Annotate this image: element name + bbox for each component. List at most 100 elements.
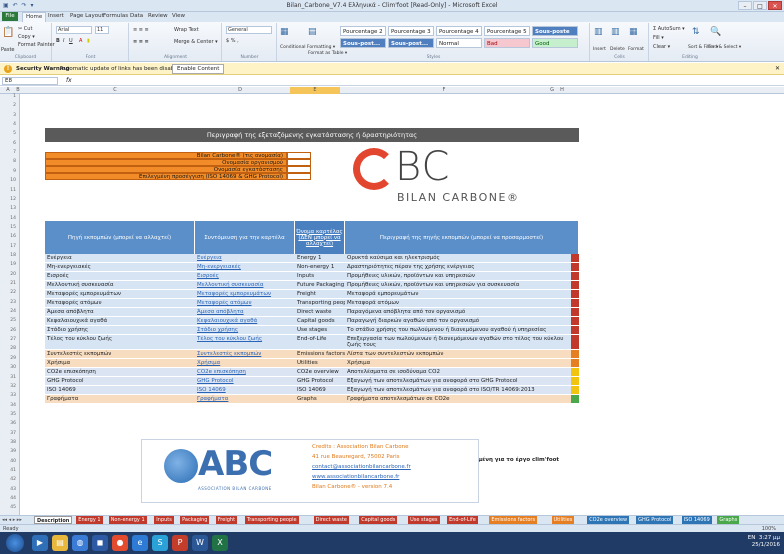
- row-header[interactable]: 32: [0, 384, 20, 389]
- format-cells-button[interactable]: Format: [628, 47, 644, 52]
- font-color-icon[interactable]: A: [79, 38, 82, 44]
- sheet-tab[interactable]: Transporting people: [244, 516, 299, 524]
- style-pourcentage4[interactable]: Pourcentage 4: [436, 26, 482, 36]
- font-size-select[interactable]: 11: [95, 26, 109, 34]
- fill-button[interactable]: Fill ▾: [653, 35, 664, 41]
- row-header[interactable]: 1: [0, 94, 20, 99]
- ie-icon[interactable]: e: [132, 535, 148, 551]
- row-header[interactable]: 24: [0, 309, 20, 314]
- chrome-icon[interactable]: ●: [112, 535, 128, 551]
- sheet-tab[interactable]: Energy 1: [76, 516, 103, 524]
- delete-cells-icon[interactable]: ▥: [611, 27, 620, 37]
- shortcut-link[interactable]: CO2e επισκόπηση: [195, 368, 295, 376]
- shortcut-link[interactable]: Κεφαλαιουχικά αγαθά: [195, 317, 295, 325]
- tab-insert[interactable]: Insert: [48, 13, 64, 19]
- row-header[interactable]: 28: [0, 346, 20, 351]
- copy-button[interactable]: Copy ▾: [18, 34, 35, 40]
- row-header[interactable]: 38: [0, 440, 20, 445]
- format-cells-icon[interactable]: ▦: [629, 27, 638, 37]
- row-header[interactable]: 37: [0, 431, 20, 436]
- close-button[interactable]: ✕: [768, 1, 782, 10]
- info-value-facility[interactable]: [287, 166, 311, 173]
- shortcut-link[interactable]: Τέλος του κύκλου ζωής: [195, 335, 295, 343]
- row-header[interactable]: 14: [0, 216, 20, 221]
- row-header[interactable]: 11: [0, 188, 20, 193]
- system-clock[interactable]: EN 3:27 μμ 25/1/2016: [748, 535, 780, 549]
- minimize-button[interactable]: –: [738, 1, 752, 10]
- row-header[interactable]: 30: [0, 365, 20, 370]
- find-select-icon[interactable]: 🔍: [710, 27, 721, 37]
- shortcut-link[interactable]: Στάδιο χρήσης: [195, 326, 295, 334]
- fill-color-icon[interactable]: ▮: [87, 38, 90, 44]
- shortcut-link[interactable]: Μελλοντική συσκευασία: [195, 281, 295, 289]
- shortcut-link[interactable]: GHG Protocol: [195, 377, 295, 385]
- sheet-tab[interactable]: Description: [34, 516, 73, 524]
- format-painter-button[interactable]: Format Painter: [18, 42, 55, 48]
- row-header[interactable]: 17: [0, 244, 20, 249]
- shortcut-link[interactable]: Γραφήματα: [195, 395, 295, 403]
- sheet-tab[interactable]: Direct waste: [313, 516, 349, 524]
- row-header[interactable]: 8: [0, 159, 20, 164]
- column-header-a[interactable]: A: [4, 87, 12, 93]
- merge-center-button[interactable]: Merge & Center ▾: [174, 39, 218, 45]
- row-header[interactable]: 21: [0, 281, 20, 286]
- row-header[interactable]: 18: [0, 253, 20, 258]
- row-header[interactable]: 34: [0, 403, 20, 408]
- row-header[interactable]: 40: [0, 459, 20, 464]
- find-select-button[interactable]: Find & Select ▾: [708, 45, 741, 50]
- tab-data[interactable]: Data: [130, 13, 143, 19]
- format-table-icon[interactable]: ▤: [308, 27, 317, 37]
- shortcut-link[interactable]: Μεταφορές εμπορευμάτων: [195, 290, 295, 298]
- cut-button[interactable]: ✂ Cut: [18, 26, 32, 32]
- sheet-tab[interactable]: Inputs: [154, 516, 174, 524]
- paste-icon[interactable]: 📋: [2, 27, 14, 38]
- row-header[interactable]: 7: [0, 150, 20, 155]
- conditional-formatting-button[interactable]: Conditional Formatting ▾: [280, 45, 335, 50]
- number-format-select[interactable]: General: [226, 26, 272, 34]
- style-normal[interactable]: Normal: [436, 38, 482, 48]
- shortcut-link[interactable]: Μη-ενεργειακές: [195, 263, 295, 271]
- row-header[interactable]: 33: [0, 393, 20, 398]
- row-header[interactable]: 45: [0, 505, 20, 510]
- info-value-bilan[interactable]: [287, 152, 311, 159]
- align-top-icon[interactable]: ≡ ≡ ≡: [133, 27, 149, 33]
- word-icon[interactable]: W: [192, 535, 208, 551]
- app-icon-2[interactable]: ◼: [92, 535, 108, 551]
- style-sous-post-2[interactable]: Sous-post...: [388, 38, 434, 48]
- column-header-c[interactable]: C: [40, 87, 190, 93]
- sheet-tab[interactable]: Capital goods: [359, 516, 398, 524]
- column-header-d[interactable]: D: [190, 87, 290, 93]
- delete-cells-button[interactable]: Delete: [610, 47, 625, 52]
- autosum-button[interactable]: Σ AutoSum ▾: [653, 26, 685, 32]
- wrap-text-button[interactable]: Wrap Text: [174, 27, 199, 33]
- row-header[interactable]: 13: [0, 206, 20, 211]
- start-button[interactable]: [6, 534, 24, 552]
- column-header-e[interactable]: E: [290, 87, 340, 94]
- row-header[interactable]: 23: [0, 300, 20, 305]
- row-header[interactable]: 20: [0, 272, 20, 277]
- row-header[interactable]: 19: [0, 262, 20, 267]
- sheet-tab[interactable]: Use stages: [408, 516, 440, 524]
- close-icon[interactable]: ✕: [775, 65, 780, 72]
- style-good[interactable]: Good: [532, 38, 578, 48]
- row-header[interactable]: 27: [0, 337, 20, 342]
- row-header[interactable]: 2: [0, 103, 20, 108]
- excel-icon[interactable]: X: [212, 535, 228, 551]
- style-pourcentage3[interactable]: Pourcentage 3: [388, 26, 434, 36]
- row-header[interactable]: 43: [0, 487, 20, 492]
- sheet-tab[interactable]: CO2e overview: [587, 516, 630, 524]
- column-header-f[interactable]: F: [340, 87, 548, 93]
- tab-formulas[interactable]: Formulas: [103, 13, 128, 19]
- sheet-tab[interactable]: Freight: [215, 516, 238, 524]
- row-header[interactable]: 42: [0, 477, 20, 482]
- fx-icon[interactable]: fx: [66, 77, 72, 84]
- insert-cells-icon[interactable]: ▥: [594, 27, 603, 37]
- shortcut-link[interactable]: Μεταφορές ατόμων: [195, 299, 295, 307]
- shortcut-link[interactable]: Άμεσα απόβλητα: [195, 308, 295, 316]
- insert-cells-button[interactable]: Insert: [593, 47, 606, 52]
- row-header[interactable]: 31: [0, 375, 20, 380]
- sheet-tab[interactable]: Utilities: [551, 516, 575, 524]
- powerpoint-icon[interactable]: P: [172, 535, 188, 551]
- row-header[interactable]: 26: [0, 328, 20, 333]
- row-header[interactable]: 29: [0, 356, 20, 361]
